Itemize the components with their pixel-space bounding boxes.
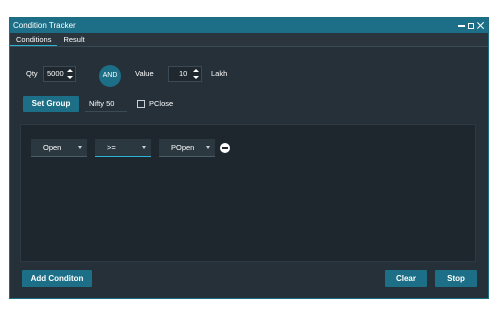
remove-condition-icon[interactable] — [220, 143, 230, 153]
value-spinner[interactable] — [193, 68, 199, 80]
condition-tracker-window: Condition Tracker Conditions Result Qty … — [9, 17, 489, 299]
value-input[interactable]: 10 — [168, 66, 202, 82]
value-unit-label: Lakh — [211, 69, 228, 78]
compare-dropdown[interactable]: POpen — [159, 139, 215, 157]
stop-button[interactable]: Stop — [435, 270, 477, 287]
qty-input[interactable]: 5000 — [43, 66, 76, 82]
spin-down-icon[interactable] — [67, 76, 73, 79]
operator-dropdown[interactable]: >= — [95, 139, 151, 157]
close-icon[interactable] — [477, 22, 484, 29]
tab-bar: Conditions Result — [10, 33, 488, 47]
spin-up-icon[interactable] — [67, 69, 73, 72]
spin-up-icon[interactable] — [193, 69, 199, 72]
qty-spinner[interactable] — [67, 68, 73, 80]
maximize-icon[interactable] — [468, 22, 474, 29]
value-value: 10 — [179, 69, 188, 78]
window-controls — [458, 18, 484, 33]
compare-value: POpen — [171, 143, 195, 152]
chevron-down-icon — [206, 146, 210, 149]
minimize-icon[interactable] — [458, 22, 465, 29]
chevron-down-icon — [78, 146, 82, 149]
window-title: Condition Tracker — [13, 21, 76, 30]
operator-value: >= — [107, 143, 116, 152]
tab-result[interactable]: Result — [57, 33, 90, 46]
group-name-field[interactable]: Nifty 50 — [85, 96, 127, 112]
title-bar: Condition Tracker — [10, 18, 488, 33]
pclose-checkbox[interactable] — [137, 100, 145, 108]
field-dropdown[interactable]: Open — [31, 139, 87, 157]
conditions-panel: Open >= POpen — [20, 124, 476, 262]
qty-label: Qty — [26, 69, 38, 78]
clear-button[interactable]: Clear — [385, 270, 427, 287]
logic-operator-button[interactable]: AND — [99, 65, 121, 87]
set-group-button[interactable]: Set Group — [23, 96, 79, 112]
chevron-down-icon — [142, 146, 146, 149]
pclose-label: PClose — [149, 99, 174, 108]
spin-down-icon[interactable] — [193, 76, 199, 79]
qty-value: 5000 — [47, 69, 64, 78]
tab-conditions[interactable]: Conditions — [10, 33, 58, 46]
value-label: Value — [135, 69, 154, 78]
add-condition-button[interactable]: Add Conditon — [22, 270, 92, 287]
field-value: Open — [43, 143, 62, 152]
